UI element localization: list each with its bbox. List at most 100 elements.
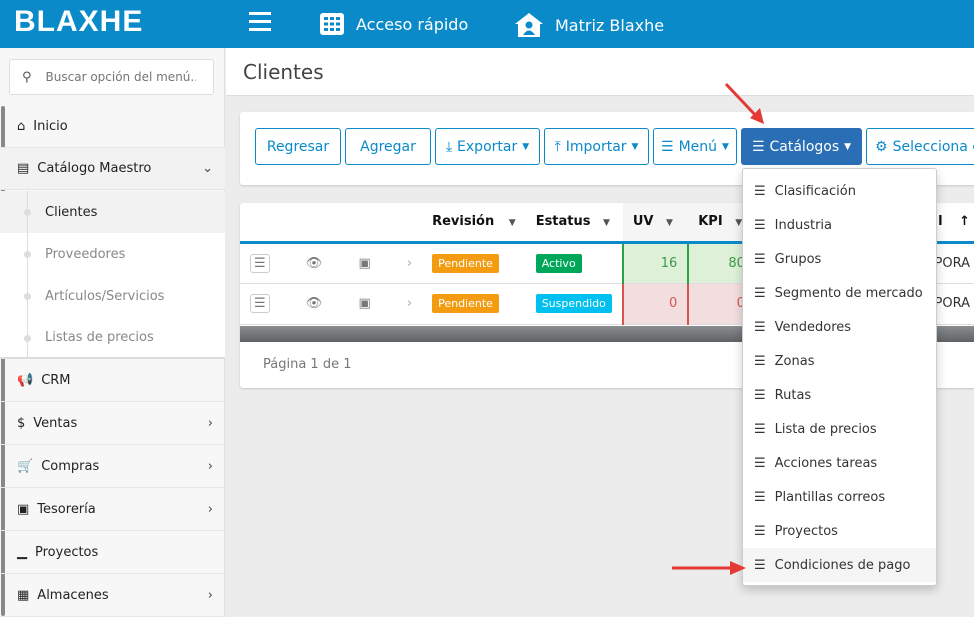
column-header-status[interactable]: Estatus ▼	[525, 203, 623, 244]
sidebar-item-catalogo-maestro[interactable]: ▤ Catálogo Maestro ⌄	[0, 148, 225, 190]
sidebar-item-inicio[interactable]: ⌂ Inicio	[0, 106, 225, 148]
sidebar-item-label: Almacenes	[37, 588, 109, 603]
logo[interactable]: BLAXHE	[14, 5, 143, 39]
catalogs-button[interactable]: ☰ Catálogos ▼	[741, 128, 862, 165]
revision-badge: Pendiente	[432, 294, 499, 313]
chevron-right-icon: ›	[207, 416, 213, 431]
catalog-menu-item[interactable]: ☰ Plantillas correos	[743, 480, 936, 514]
quick-access-link[interactable]: Acceso rápido	[320, 13, 468, 35]
sidebar-item-label: CRM	[41, 373, 71, 388]
row-menu-icon[interactable]: ☰	[250, 253, 270, 273]
chevron-right-icon: ›	[207, 588, 213, 603]
column-header-revision[interactable]: Revisión ▼	[422, 203, 526, 244]
home-icon: ⌂	[17, 119, 26, 134]
catalog-menu-item[interactable]: ☰ Proyectos	[743, 514, 936, 548]
list-icon: ☰	[754, 455, 766, 471]
caret-down-icon: ▼	[666, 218, 673, 229]
list-icon: ☰	[754, 285, 766, 301]
menu-item-label: Lista de precios	[774, 421, 877, 437]
view-eye-icon[interactable]: 👁	[306, 296, 323, 311]
catalog-menu-item[interactable]: ☰ Rutas	[743, 378, 936, 412]
contact-card-icon[interactable]: ▣	[358, 296, 370, 311]
row-menu-icon[interactable]: ☰	[250, 294, 270, 313]
subitem-label: Artículos/Servicios	[45, 288, 165, 304]
add-button[interactable]: Agregar	[345, 128, 431, 165]
catalog-menu-item[interactable]: ☰ Vendedores	[743, 310, 936, 344]
caret-down-icon: ▼	[722, 141, 729, 152]
sidebar-item-tesoreria[interactable]: ▣ Tesorería ›	[0, 489, 225, 531]
chevron-right-icon[interactable]: ›	[407, 256, 412, 271]
sidebar-subitem-articulos[interactable]: Artículos/Servicios	[0, 275, 225, 317]
caret-down-icon: ▼	[844, 141, 852, 152]
sidebar-item-crm[interactable]: 📢 CRM	[0, 360, 225, 402]
sidebar-item-almacenes[interactable]: ▦ Almacenes ›	[0, 575, 225, 617]
top-navbar: BLAXHE Acceso rápido Matriz Blaxhe	[0, 0, 974, 48]
catalog-menu-item[interactable]: ☰ Clasificación	[743, 174, 936, 208]
menu-item-label: Plantillas correos	[774, 489, 886, 505]
revision-badge: Pendiente	[432, 253, 499, 273]
menu-item-label: Grupos	[774, 251, 822, 267]
import-button[interactable]: ⤒ Importar ▼	[544, 128, 649, 165]
pagination-text: Página 1 de 1	[263, 357, 352, 372]
sidebar-item-label: Tesorería	[37, 502, 96, 517]
sidebar-item-label: Proyectos	[35, 545, 99, 560]
column-header-uv[interactable]: UV ▼	[622, 203, 689, 244]
branch-label: Matriz Blaxhe	[555, 15, 665, 35]
catalog-menu-item[interactable]: ☰ Zonas	[743, 344, 936, 378]
header-label: UV	[632, 214, 654, 230]
sort-up-icon: ↑	[959, 214, 970, 230]
catalog-menu-item[interactable]: ☰ Acciones tareas	[743, 446, 936, 480]
menu-item-label: Zonas	[774, 353, 815, 369]
catalog-menu-item[interactable]: ☰ Condiciones de pago	[743, 548, 936, 582]
back-button[interactable]: Regresar	[255, 128, 341, 165]
chevron-right-icon[interactable]: ›	[407, 296, 412, 311]
subitem-label: Clientes	[45, 204, 98, 220]
menu-item-label: Segmento de mercado	[774, 285, 923, 301]
money-icon: ▣	[17, 502, 30, 517]
search-icon: ⚲	[22, 69, 32, 85]
uv-cell: 16	[621, 242, 689, 284]
sidebar-subitem-proveedores[interactable]: Proveedores	[0, 233, 225, 275]
page-title: Clientes	[243, 60, 324, 84]
chart-icon: ▁	[17, 545, 27, 560]
dollar-icon: $	[17, 416, 26, 431]
menu-search-input[interactable]	[45, 70, 196, 84]
list-icon: ☰	[754, 489, 766, 505]
annotation-arrow-catalogs	[724, 82, 764, 124]
sidebar-item-label: Compras	[41, 459, 100, 474]
sidebar-subitem-listas-precios[interactable]: Listas de precios	[0, 317, 225, 359]
caret-down-icon: ▼	[522, 141, 530, 152]
sidebar-item-ventas[interactable]: $ Ventas ›	[0, 403, 225, 445]
contact-card-icon[interactable]: ▣	[358, 256, 370, 271]
menu-item-label: Proyectos	[774, 523, 838, 539]
branch-selector[interactable]: Matriz Blaxhe	[515, 13, 664, 37]
download-icon: ⤓	[445, 138, 453, 155]
catalog-menu-item[interactable]: ☰ Lista de precios	[743, 412, 936, 446]
menu-item-label: Vendedores	[774, 319, 852, 335]
chevron-down-icon: ⌄	[202, 161, 213, 176]
sidebar-subitem-clientes[interactable]: Clientes	[0, 191, 225, 233]
list-icon: ☰	[754, 183, 766, 199]
page-header: Clientes	[226, 48, 974, 96]
catalog-menu-item[interactable]: ☰ Industria	[743, 208, 936, 242]
caret-down-icon: ▼	[631, 141, 639, 152]
view-eye-icon[interactable]: 👁	[306, 256, 323, 271]
menu-item-label: Acciones tareas	[774, 455, 878, 471]
catalog-menu-item[interactable]: ☰ Segmento de mercado	[743, 276, 936, 310]
menu-item-label: Rutas	[774, 387, 812, 403]
menu-search[interactable]: ⚲	[9, 59, 214, 95]
list-icon: ☰	[754, 217, 766, 233]
export-button[interactable]: ⤓ Exportar ▼	[435, 128, 540, 165]
menu-button[interactable]: ☰ Menú ▼	[653, 128, 737, 165]
select-button[interactable]: ⚙Selecciona co	[866, 128, 974, 165]
sidebar-item-compras[interactable]: 🛒 Compras ›	[0, 446, 225, 488]
gear-icon: ⚙	[875, 138, 888, 155]
sidebar: ⚲ ⌂ Inicio ▤ Catálogo Maestro ⌄ Clientes Pr…	[0, 48, 225, 617]
subitem-label: Listas de precios	[45, 329, 154, 345]
status-badge: Activo	[535, 253, 582, 273]
sidebar-item-proyectos[interactable]: ▁ Proyectos	[0, 532, 225, 574]
catalog-menu-item[interactable]: ☰ Grupos	[743, 242, 936, 276]
list-icon: ☰	[754, 523, 766, 539]
hamburger-menu-icon[interactable]	[249, 12, 271, 36]
list-icon: ☰	[751, 138, 765, 155]
